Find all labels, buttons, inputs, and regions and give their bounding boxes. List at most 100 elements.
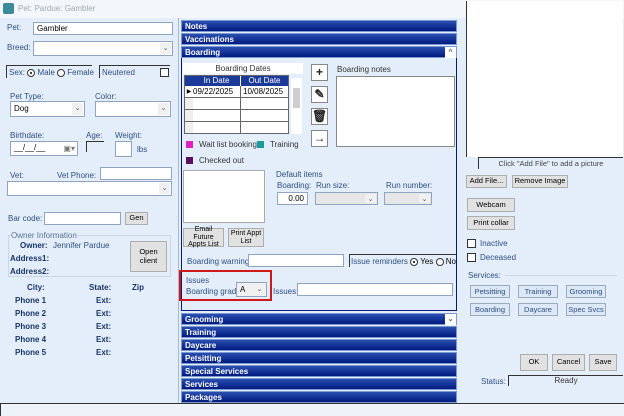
table-row[interactable]: [185, 122, 288, 133]
age-label: Age:: [86, 131, 103, 140]
weight-label: Weight:: [115, 131, 142, 140]
birthdate-label: Birthdate:: [10, 131, 45, 140]
table-row[interactable]: [185, 110, 288, 122]
sex-group: Sex: Male Female: [6, 65, 94, 78]
email-future-appts-button[interactable]: Email Future Appts List: [183, 226, 224, 248]
run-size-select[interactable]: ⌄: [315, 192, 378, 205]
neutered-checkbox[interactable]: [160, 68, 169, 77]
delete-booking-icon[interactable]: 🗑: [311, 108, 328, 125]
section-grooming-label: Grooming: [185, 315, 224, 324]
pet-type-select[interactable]: Dog ⌄: [10, 101, 85, 117]
boarding-textarea[interactable]: [183, 170, 265, 223]
phone-1-label: Phone 1: [15, 296, 47, 305]
issue-reminders-group: Issue reminders Yes No: [349, 254, 456, 267]
section-special-services[interactable]: Special Services: [181, 365, 457, 377]
phone-2-ext: Ext:: [96, 309, 112, 318]
section-grooming[interactable]: Grooming ⌄: [181, 313, 457, 325]
color-select[interactable]: ⌄: [95, 101, 171, 117]
service-grooming-button[interactable]: Grooming: [566, 285, 606, 298]
grid-scrollbar[interactable]: [291, 78, 302, 134]
boarding-price-input[interactable]: 0.00: [277, 192, 308, 205]
boarding-price-label: Boarding:: [277, 181, 312, 190]
vet-select[interactable]: ⌄: [7, 181, 172, 196]
col-in-date[interactable]: In Date: [193, 76, 241, 86]
city-label: City:: [27, 283, 45, 292]
checkout-booking-icon[interactable]: →: [311, 130, 328, 147]
address2-label: Address2:: [10, 267, 50, 276]
inactive-checkbox[interactable]: [467, 239, 476, 248]
print-appt-list-button[interactable]: Print Appt List: [228, 228, 264, 247]
chevron-down-icon: ⌄: [419, 194, 430, 203]
birthdate-input[interactable]: __/__/__ ▣▾: [10, 141, 78, 156]
chevron-down-icon: ⌄: [160, 43, 171, 54]
sex-female-label: Female: [67, 68, 94, 77]
sex-female-radio[interactable]: [57, 68, 66, 77]
reminders-no-radio[interactable]: [435, 257, 444, 266]
boarding-warning-input[interactable]: [248, 254, 344, 267]
service-daycare-button[interactable]: Daycare: [518, 303, 558, 316]
save-button[interactable]: Save: [589, 354, 617, 371]
service-training-button[interactable]: Training: [518, 285, 558, 298]
pet-name-input[interactable]: Gambler: [33, 22, 173, 35]
section-boarding-label: Boarding: [185, 48, 221, 57]
address1-label: Address1:: [10, 254, 50, 263]
ok-button[interactable]: OK: [520, 354, 548, 371]
service-petsitting-button[interactable]: Petsitting: [470, 285, 510, 298]
boarding-notes-label: Boarding notes: [337, 65, 391, 74]
webcam-button[interactable]: Webcam: [467, 198, 515, 212]
barcode-input[interactable]: [44, 212, 121, 225]
deceased-checkbox[interactable]: [467, 253, 476, 262]
service-spec-svcs-button[interactable]: Spec Svcs: [566, 303, 606, 316]
boarding-dates-grid[interactable]: In Date Out Date ▶ 09/22/2025 10/08/2025: [184, 75, 289, 134]
collapse-icon[interactable]: ^: [445, 47, 456, 58]
status-value: Ready: [508, 375, 623, 386]
section-boarding[interactable]: Boarding ^: [181, 46, 457, 58]
section-petsitting[interactable]: Petsitting: [181, 352, 457, 364]
wait-list-legend: Wait list booking: [199, 140, 257, 149]
chevron-down-icon: ⌄: [365, 194, 376, 203]
training-swatch: [257, 141, 264, 148]
table-row[interactable]: [185, 98, 288, 110]
out-date-cell: 10/08/2025: [243, 87, 284, 96]
open-client-button[interactable]: Open client: [130, 241, 167, 272]
phone-3-ext: Ext:: [96, 322, 112, 331]
remove-image-button[interactable]: Remove Image: [512, 175, 568, 188]
service-boarding-button[interactable]: Boarding: [470, 303, 510, 316]
section-notes[interactable]: Notes: [181, 20, 457, 32]
boarding-notes-textarea[interactable]: [336, 76, 455, 147]
issues-input[interactable]: [297, 283, 453, 296]
sex-male-radio[interactable]: [27, 68, 36, 77]
barcode-label: Bar code:: [8, 214, 43, 223]
divider: [505, 275, 617, 276]
training-legend: Training: [270, 140, 299, 149]
section-daycare[interactable]: Daycare: [181, 339, 457, 351]
chevron-down-icon: ⌄: [159, 183, 170, 194]
run-size-label: Run size:: [316, 181, 350, 190]
breed-select[interactable]: ⌄: [33, 41, 173, 56]
weight-input[interactable]: [115, 141, 132, 157]
print-collar-button[interactable]: Print collar: [467, 216, 515, 230]
expand-icon[interactable]: ⌄: [445, 314, 456, 325]
reminders-no-label: No: [445, 257, 456, 266]
boarding-grade-select[interactable]: A ⌄: [236, 282, 267, 297]
section-packages[interactable]: Packages: [181, 391, 457, 403]
edit-booking-icon[interactable]: ✎: [311, 86, 328, 103]
cancel-button[interactable]: Cancel: [552, 354, 585, 371]
calendar-icon[interactable]: ▣▾: [63, 144, 75, 153]
table-row[interactable]: ▶ 09/22/2025 10/08/2025: [185, 86, 288, 98]
add-booking-icon[interactable]: +: [311, 64, 328, 81]
col-out-date[interactable]: Out Date: [241, 76, 288, 86]
section-training[interactable]: Training: [181, 326, 457, 338]
gen-button[interactable]: Gen: [125, 212, 148, 225]
run-number-select[interactable]: ⌄: [384, 192, 432, 205]
vet-phone-input[interactable]: [100, 167, 172, 180]
services-label: Services:: [468, 271, 501, 280]
picture-hint: Click "Add File" to add a picture: [478, 157, 623, 169]
pet-picture: [466, 1, 623, 157]
add-file-button[interactable]: Add File...: [466, 175, 507, 188]
reminders-yes-radio[interactable]: [410, 257, 419, 266]
status-label: Status:: [481, 377, 506, 386]
section-vaccinations[interactable]: Vaccinations: [181, 33, 457, 45]
section-services[interactable]: Services: [181, 378, 457, 390]
age-value: [86, 141, 104, 152]
